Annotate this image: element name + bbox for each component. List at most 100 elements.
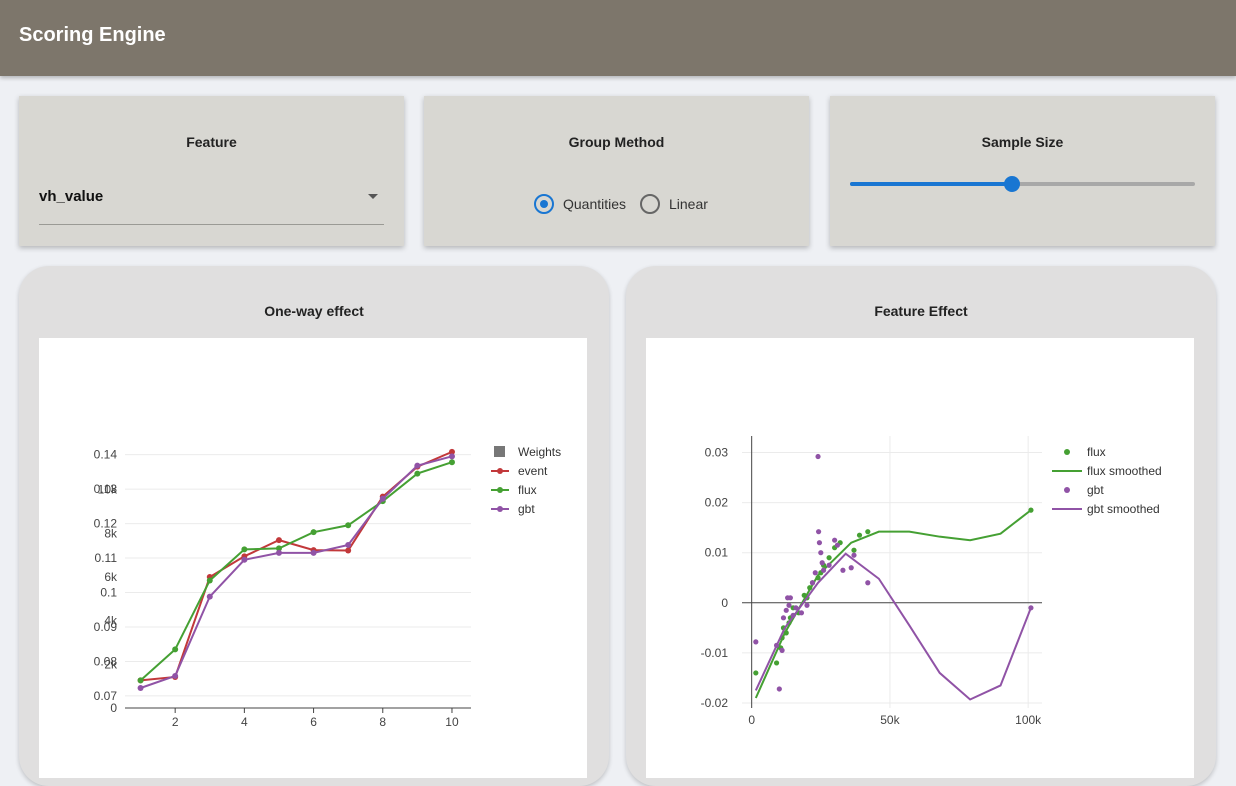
feature-card: Feature vh_value [19,96,404,246]
data-point-gbt [448,453,455,460]
feature-card-title: Feature [186,134,237,150]
data-point-gbt [783,607,789,613]
data-point-flux [865,529,871,535]
sample-size-slider[interactable] [850,174,1195,194]
data-point-flux [345,522,352,529]
legend-label-flux: flux [518,483,537,497]
y-tick-label: 0 [721,596,728,610]
data-point-gbt [753,639,759,645]
data-point-gbt [848,565,854,571]
feature-select-value: vh_value [39,188,104,205]
y2-tick-label: 0 [110,701,117,715]
radio-linear-label: Linear [669,196,708,212]
y2-tick-label: 10k [98,483,118,497]
data-point-flux [310,529,317,536]
data-point-gbt [786,602,792,608]
slider-thumb[interactable] [1004,176,1021,192]
data-point-gbt [815,453,821,460]
app-title: Scoring Engine [19,24,166,46]
x-tick-label: 50k [880,713,900,727]
x-tick-label: 8 [379,715,386,729]
series-line-flux [754,509,1032,699]
y-tick-label: -0.02 [701,696,729,710]
data-point-gbt [414,462,421,469]
y2-tick-label: 8k [104,526,118,540]
legend-label-flux: flux [1087,445,1106,459]
chevron-down-icon [368,194,378,199]
data-point-gbt [820,567,827,573]
data-point-gbt [804,602,810,608]
legend-marker-flux [497,487,503,493]
legend-marker-gbt [497,506,503,512]
data-point-event [275,537,282,544]
feature-effect-chart: 0 50k 100k 0.03 0.02 0.01 0 -0.01 -0.02 flux flux … [701,436,1162,727]
data-point-gbt [379,495,386,502]
data-point-flux [851,547,857,553]
y2-tick-label: 4k [104,614,118,628]
data-point-gbt [865,580,871,586]
data-point-gbt [206,593,213,600]
y-tick-label: 0.01 [705,546,729,560]
legend-label-gbt: gbt [518,502,535,516]
legend-label-flux-smoothed: flux smoothed [1087,464,1162,478]
data-point-flux [448,459,455,466]
y-tick-label: 0.1 [100,586,117,600]
data-point-flux [137,677,144,684]
y-tick-label: 0.02 [705,496,729,510]
data-point-gbt [275,549,282,556]
data-point-gbt [851,552,857,558]
oneway-plot: 0.07 0.08 0.09 0.1 0.11 0.12 0.13 0.14 0 2k 4k 6k 8k… [39,338,587,778]
x-tick-label: 0 [748,713,755,727]
data-point-flux [826,555,832,561]
data-point-gbt [826,562,832,568]
data-point-gbt [809,580,816,586]
y-tick-label: 0.14 [94,448,118,462]
data-point-gbt [798,610,805,616]
y2-tick-label: 6k [104,570,118,584]
data-point-flux [753,670,759,676]
data-point-gbt [137,685,144,692]
data-point-gbt [345,541,352,548]
x-tick-label: 4 [241,715,248,729]
radio-quantities-label: Quantities [563,196,627,212]
x-tick-label: 10 [445,715,459,729]
y-tick-label: 0.11 [95,551,118,565]
data-point-gbt [832,537,838,543]
data-point-gbt [815,529,822,535]
legend-label-event: event [518,464,548,478]
feature-effect-title: Feature Effect [874,303,968,319]
y2-tick-label: 2k [104,657,118,671]
data-point-gbt [172,672,179,679]
x-tick-label: 100k [1015,713,1042,727]
data-point-gbt [787,595,793,601]
legend-label-gbt: gbt [1087,483,1104,497]
data-point-gbt [818,550,824,556]
feature-effect-plot: 0 50k 100k 0.03 0.02 0.01 0 -0.01 -0.02 flux flux … [646,338,1194,778]
sample-size-title: Sample Size [981,134,1064,150]
slider-track [850,182,1013,186]
data-point-gbt [779,647,785,653]
data-point-event [345,547,352,554]
data-point-gbt [812,570,818,576]
data-point-flux [414,470,421,477]
oneway-chart: 0.070.080.090.10.110.120.130.1402k4k6k8k… [94,445,562,729]
data-point-gbt [310,549,317,556]
legend-swatch-weights [494,446,505,457]
radio-checked-icon [534,194,554,214]
data-point-gbt [816,540,823,546]
data-point-gbt [834,542,840,548]
data-point-flux [773,660,780,666]
data-point-flux [172,646,179,653]
oneway-title: One-way effect [264,303,364,319]
series-line-gbt [140,455,453,689]
radio-unchecked-icon [640,194,660,214]
x-tick-label: 2 [172,715,179,729]
legend-marker-event [497,468,503,474]
legend-label-Weights: Weights [518,445,561,459]
data-point-gbt [819,560,825,566]
group-method-card: Group Method Quantities Linear [424,96,809,246]
app-bar: Scoring Engine [0,0,1236,76]
legend-marker-flux [1064,449,1070,455]
data-point-flux [241,546,248,553]
feature-select[interactable]: vh_value [39,178,384,225]
